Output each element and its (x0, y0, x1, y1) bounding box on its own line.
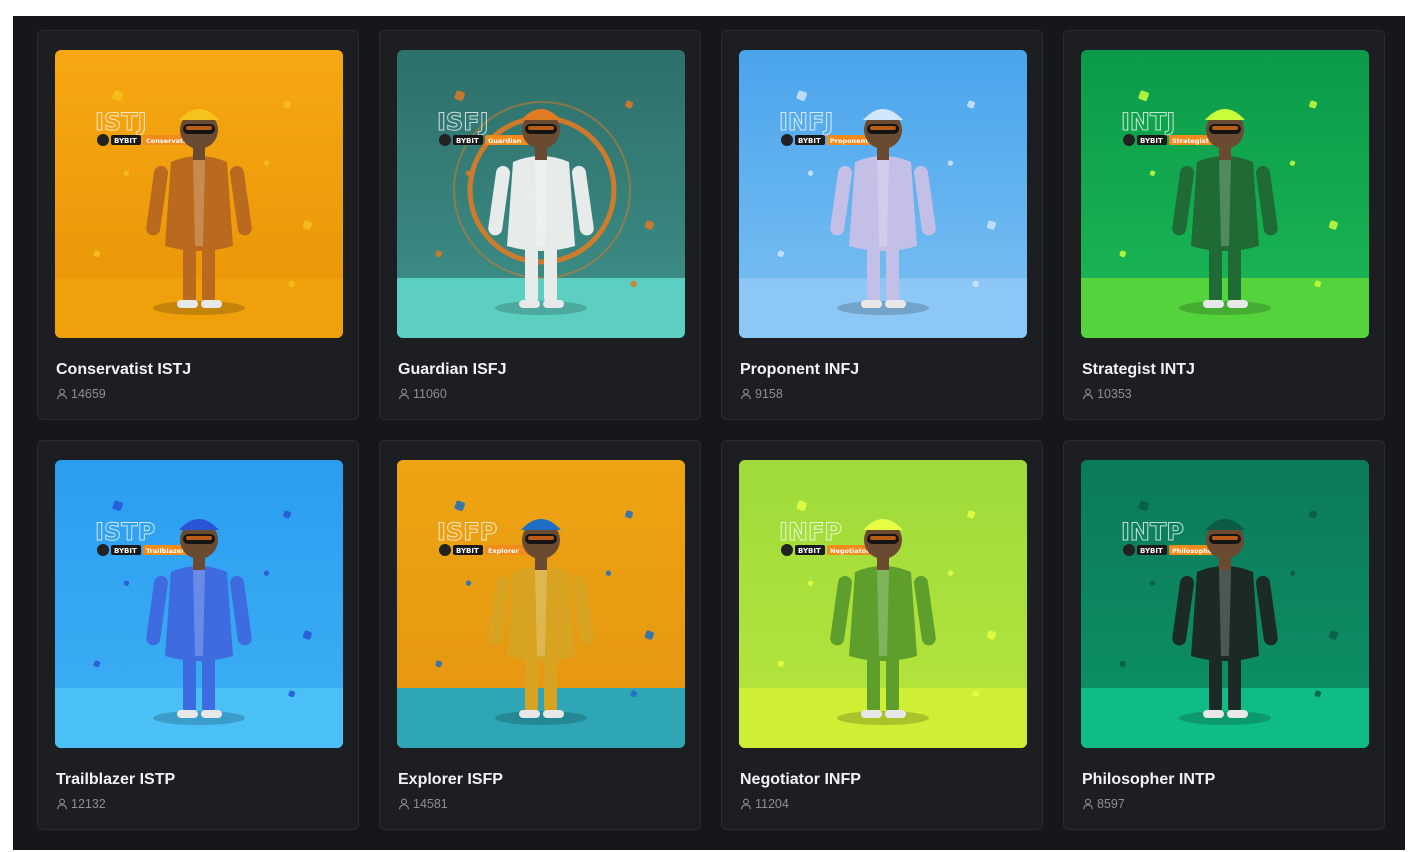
member-count-value: 11204 (755, 797, 789, 811)
persona-card[interactable]: INTP BYBIT Philosopher Philosopher INTP 85… (1063, 440, 1385, 830)
persona-title: Guardian ISFJ (398, 361, 507, 378)
persona-image: ISFP BYBIT Explorer (397, 460, 685, 748)
persona-title: Explorer ISFP (398, 771, 503, 788)
svg-text:ISFJ: ISFJ (437, 108, 489, 136)
member-count: 8597 (1082, 796, 1125, 812)
user-icon (56, 798, 68, 810)
persona-image: INFP BYBIT Negotiator (739, 460, 1027, 748)
persona-image: INTJ BYBIT Strategist (1081, 50, 1369, 338)
member-count-value: 12132 (71, 797, 106, 811)
member-count: 12132 (56, 796, 106, 812)
svg-text:Trailblazer: Trailblazer (146, 547, 185, 555)
member-count: 10353 (1082, 386, 1132, 402)
svg-text:BYBIT: BYBIT (456, 137, 479, 145)
user-icon (740, 388, 752, 400)
user-icon (398, 798, 410, 810)
svg-text:Guardian: Guardian (488, 137, 522, 145)
member-count: 14581 (398, 796, 448, 812)
member-count: 9158 (740, 386, 783, 402)
svg-text:BYBIT: BYBIT (1140, 137, 1163, 145)
user-icon (1082, 388, 1094, 400)
persona-card[interactable]: ISFP BYBIT Explorer Explorer ISFP 14581 (379, 440, 701, 830)
persona-image: ISFJ BYBIT Guardian (397, 50, 685, 338)
persona-title: Proponent INFJ (740, 361, 860, 378)
persona-title: Negotiator INFP (740, 771, 861, 788)
svg-text:BYBIT: BYBIT (456, 547, 479, 555)
svg-text:ISFP: ISFP (437, 518, 497, 546)
svg-text:BYBIT: BYBIT (1140, 547, 1163, 555)
svg-text:BYBIT: BYBIT (798, 137, 821, 145)
member-count: 11204 (740, 796, 789, 812)
persona-card[interactable]: INFJ BYBIT Proponent Proponent INFJ 9158 (721, 30, 1043, 420)
user-icon (56, 388, 68, 400)
svg-text:Negotiator: Negotiator (830, 547, 870, 555)
member-count-value: 14581 (413, 797, 448, 811)
persona-title: Strategist INTJ (1082, 361, 1195, 378)
svg-text:BYBIT: BYBIT (114, 547, 137, 555)
persona-image: ISTJ BYBIT Conservatist (55, 50, 343, 338)
persona-card[interactable]: ISFJ BYBIT Guardian Guardian ISFJ 11060 (379, 30, 701, 420)
persona-image: INTP BYBIT Philosopher (1081, 460, 1369, 748)
svg-text:ISTJ: ISTJ (95, 108, 147, 136)
persona-title: Philosopher INTP (1082, 771, 1216, 788)
persona-grid: ISTJ BYBIT Conservatist Conservatist ISTJ … (13, 16, 1405, 850)
svg-text:INTP: INTP (1121, 518, 1184, 546)
svg-text:ISTP: ISTP (95, 518, 155, 546)
member-count-value: 14659 (71, 387, 106, 401)
member-count: 14659 (56, 386, 106, 402)
svg-text:Explorer: Explorer (488, 547, 520, 555)
member-count-value: 9158 (755, 387, 783, 401)
user-icon (398, 388, 410, 400)
member-count: 11060 (398, 386, 447, 402)
persona-title: Conservatist ISTJ (56, 361, 192, 378)
member-count-value: 10353 (1097, 387, 1132, 401)
persona-image: INFJ BYBIT Proponent (739, 50, 1027, 338)
persona-card[interactable]: ISTP BYBIT Trailblazer Trailblazer ISTP 12… (37, 440, 359, 830)
persona-card[interactable]: INTJ BYBIT Strategist Strategist INTJ 1035… (1063, 30, 1385, 420)
persona-card[interactable]: INFP BYBIT Negotiator Negotiator INFP 1120… (721, 440, 1043, 830)
svg-text:BYBIT: BYBIT (798, 547, 821, 555)
persona-image: ISTP BYBIT Trailblazer (55, 460, 343, 748)
svg-text:Strategist: Strategist (1172, 137, 1209, 145)
user-icon (1082, 798, 1094, 810)
member-count-value: 8597 (1097, 797, 1125, 811)
member-count-value: 11060 (413, 387, 447, 401)
svg-text:BYBIT: BYBIT (114, 137, 137, 145)
svg-text:INFP: INFP (779, 518, 842, 546)
svg-text:Proponent: Proponent (830, 137, 868, 145)
persona-card[interactable]: ISTJ BYBIT Conservatist Conservatist ISTJ … (37, 30, 359, 420)
svg-text:INFJ: INFJ (779, 108, 833, 136)
persona-title: Trailblazer ISTP (56, 771, 176, 788)
user-icon (740, 798, 752, 810)
svg-text:INTJ: INTJ (1121, 108, 1175, 136)
